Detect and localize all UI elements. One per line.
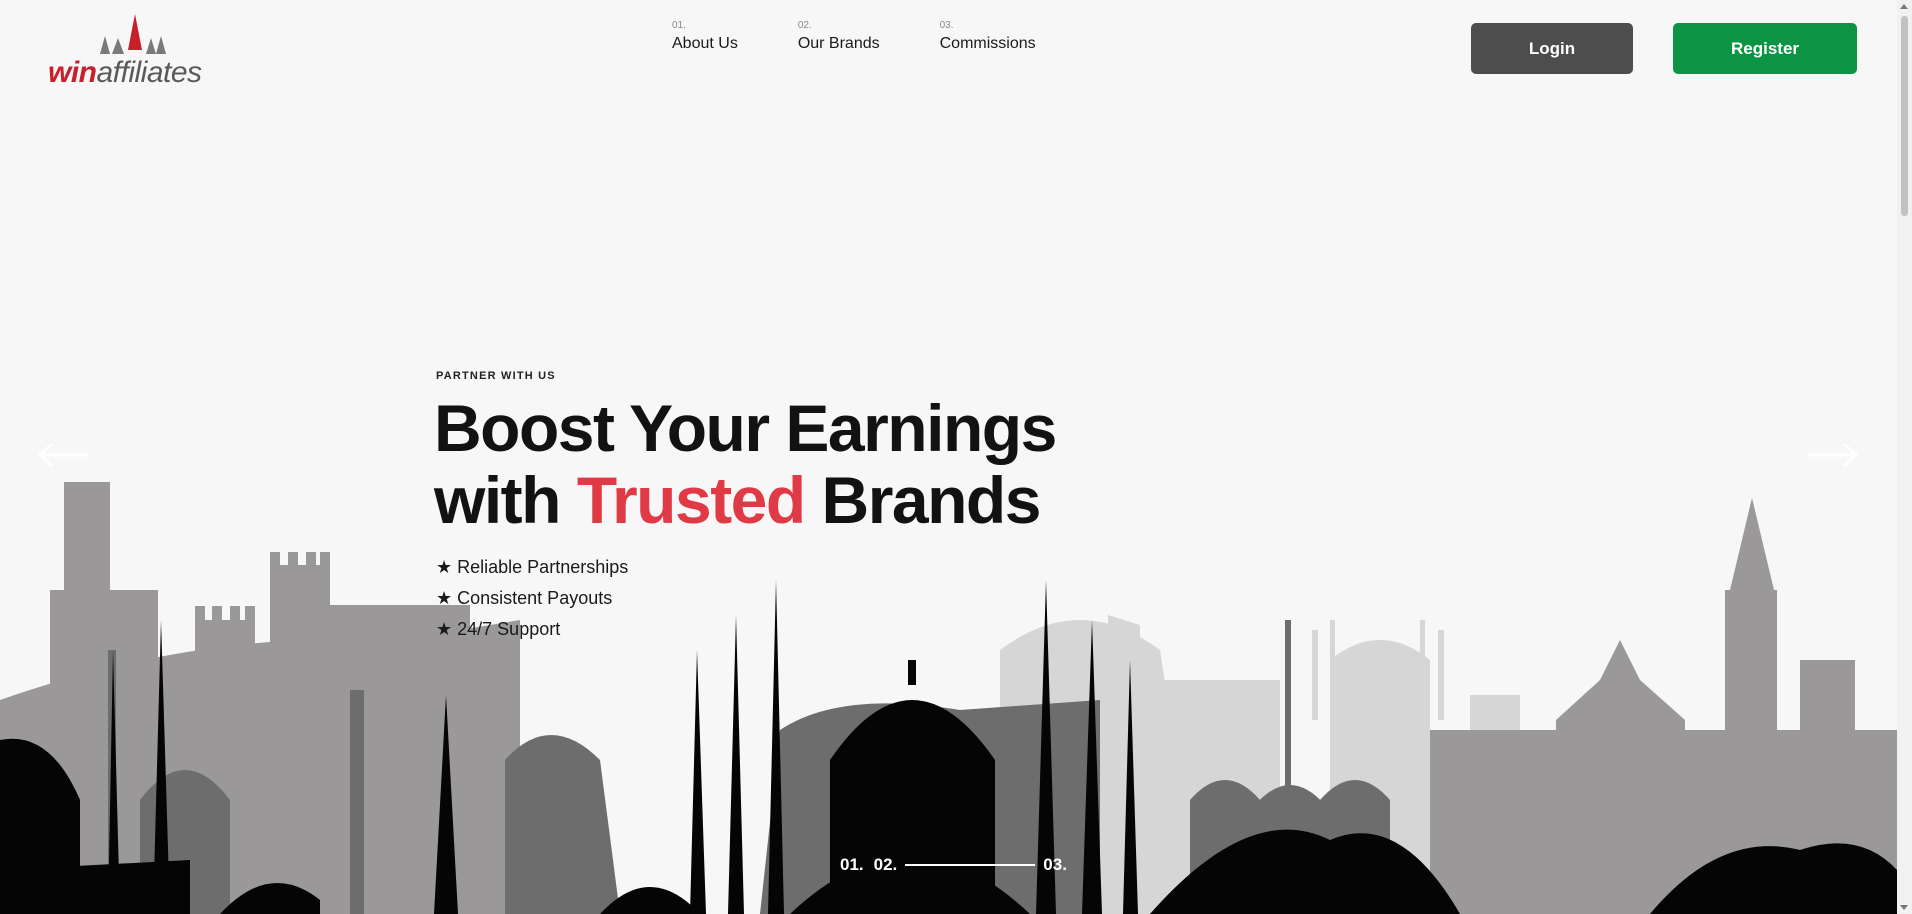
- slide-indicator-1[interactable]: 01.: [840, 855, 864, 875]
- scroll-up-arrow-icon[interactable]: [1900, 4, 1908, 9]
- hero-eyebrow: PARTNER WITH US: [436, 370, 556, 382]
- nav-item-about-us[interactable]: 01. About Us: [672, 20, 738, 53]
- logo-win-text: win: [48, 56, 97, 89]
- nav-item-number: 01.: [672, 20, 686, 31]
- nav-item-commissions[interactable]: 03. Commissions: [940, 20, 1036, 53]
- scroll-down-arrow-icon[interactable]: [1900, 905, 1908, 910]
- headline-with: with: [434, 463, 561, 537]
- headline-end: Brands: [821, 463, 1042, 537]
- slide-progress-line: [905, 864, 1036, 866]
- register-button[interactable]: Register: [1673, 23, 1857, 74]
- feature-item: ★ 24/7 Support: [436, 614, 628, 645]
- logo-wordmark: winaffiliates: [48, 56, 202, 90]
- slide-indicator-2[interactable]: 02.: [874, 855, 898, 875]
- headline-line-1: Boost Your Earnings: [434, 391, 1057, 465]
- hero-headline: Boost Your Earnings with Trusted Brands: [434, 391, 1057, 537]
- star-icon: ★: [436, 588, 453, 608]
- feature-item: ★ Reliable Partnerships: [436, 552, 628, 583]
- nav-item-number: 03.: [939, 20, 954, 31]
- page: winaffiliates 01. About Us 02. Our Brand…: [0, 0, 1897, 914]
- feature-list: ★ Reliable Partnerships ★ Consistent Payou…: [436, 552, 628, 645]
- logo-trees-icon: [100, 14, 166, 54]
- nav-item-label: Our Brands: [797, 35, 880, 52]
- logo-affiliates-text: affiliates: [96, 56, 203, 89]
- star-icon: ★: [436, 557, 453, 577]
- nav-item-label: About Us: [672, 35, 738, 52]
- nav-item-our-brands[interactable]: 02. Our Brands: [798, 20, 880, 53]
- feature-text: Reliable Partnerships: [457, 557, 629, 577]
- arrow-right-icon[interactable]: [1806, 440, 1860, 470]
- login-button[interactable]: Login: [1471, 23, 1633, 74]
- scrollbar-thumb[interactable]: [1901, 16, 1908, 216]
- main-nav: 01. About Us 02. Our Brands 03. Commissi…: [672, 20, 1036, 53]
- page-scrollbar[interactable]: [1897, 0, 1912, 914]
- feature-item: ★ Consistent Payouts: [436, 583, 628, 614]
- feature-text: Consistent Payouts: [457, 588, 613, 608]
- star-icon: ★: [436, 619, 453, 639]
- nav-item-number: 02.: [797, 20, 812, 31]
- brand-logo[interactable]: winaffiliates: [48, 14, 208, 89]
- headline-accent: Trusted: [576, 463, 806, 537]
- slide-indicator: 01. 02. 03.: [840, 855, 1067, 875]
- slide-indicator-3[interactable]: 03.: [1043, 855, 1067, 875]
- feature-text: 24/7 Support: [457, 619, 561, 639]
- arrow-left-icon[interactable]: [36, 440, 90, 470]
- nav-item-label: Commissions: [939, 35, 1036, 52]
